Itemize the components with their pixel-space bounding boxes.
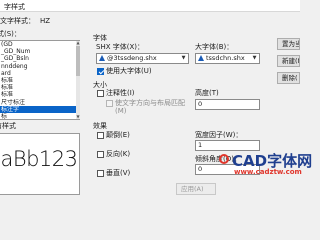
annotative-label: 注释性(I) [106,89,135,97]
style-list-item[interactable]: 标准 [0,84,79,91]
style-list[interactable]: (GD _GD_Num _GD_Bsln nnddeng ard 标准 标准 标准 尺寸标注 标注… [0,40,80,120]
height-label: 高度(T) [195,89,219,97]
upside-down-checkbox[interactable] [97,132,104,139]
size-group-label: 大小 [93,81,107,89]
watermark-logo-icon [219,154,229,164]
current-style-value: HZ [40,17,51,25]
vertical-label: 垂直(V) [106,169,131,177]
font-group-label: 字体 [93,34,107,42]
dialog-title: 字样式 [4,3,25,11]
shx-font-label: SHX 字体(X)： [96,43,144,51]
height-input[interactable]: 0 [195,99,260,110]
backwards-label: 反向(K) [106,150,131,158]
style-list-item[interactable]: 标准 [0,77,79,84]
style-preview-sample: aBb123 [0,147,78,171]
shx-font-value: @3tssdeng.shx [107,54,157,62]
big-font-value: tssdchn.shx [206,54,245,62]
style-list-item[interactable]: nnddeng [0,63,79,70]
annotative-checkbox[interactable] [97,90,104,97]
style-list-item[interactable]: _GD_Bsln [0,55,79,62]
set-current-button[interactable]: 置为当前 [277,38,300,50]
use-big-font-label: 使用大字体(U) [106,67,152,75]
big-font-select[interactable]: tssdchn.shx ▼ [195,53,260,64]
shx-font-select[interactable]: @3tssdeng.shx ▼ [96,53,189,64]
shx-font-icon [99,55,105,61]
style-list-item[interactable]: ard [0,70,79,77]
backwards-checkbox[interactable] [97,151,104,158]
style-list-item[interactable]: 标 [0,113,79,119]
style-list-item[interactable]: 标准 [0,91,79,98]
style-list-item[interactable]: _GD_Num [0,48,79,55]
scroll-up-icon[interactable]: ▲ [76,41,80,45]
dialog-titlebar: 字样式 [0,0,300,12]
match-orientation-label: 使文字方向与布局匹配(M) [115,99,185,115]
style-list-item[interactable]: 标注字 [0,105,79,113]
big-font-label: 大字体(B)： [195,43,234,51]
vertical-checkbox[interactable] [97,170,104,177]
delete-style-button[interactable]: 删除( [277,72,300,84]
style-list-item[interactable]: (GD [0,41,79,48]
big-font-icon [198,55,204,61]
current-style-label: 当前文字样式： [0,17,35,25]
styles-label: 样式(S)： [0,30,21,38]
apply-button[interactable]: 应用(A) [176,183,216,195]
style-filter-label[interactable]: 所有样式 [0,122,16,131]
effects-group-label: 效果 [93,122,107,130]
style-list-scrollbar[interactable]: ▲ ▼ [76,41,80,119]
chevron-down-icon: ▼ [252,55,257,61]
use-big-font-checkbox[interactable] [97,68,104,75]
new-style-button[interactable]: 新建(N) [277,55,300,67]
scrollbar-thumb[interactable] [76,46,80,76]
width-factor-label: 宽度因子(W)： [195,131,243,139]
watermark-url: www.cadztw.com [234,168,302,176]
scroll-down-icon[interactable]: ▼ [76,115,80,119]
match-orientation-checkbox[interactable] [106,100,113,107]
style-list-item[interactable]: 尺寸标注 [0,99,79,106]
chevron-down-icon: ▼ [181,55,186,61]
upside-down-label: 颠倒(E) [106,131,130,139]
